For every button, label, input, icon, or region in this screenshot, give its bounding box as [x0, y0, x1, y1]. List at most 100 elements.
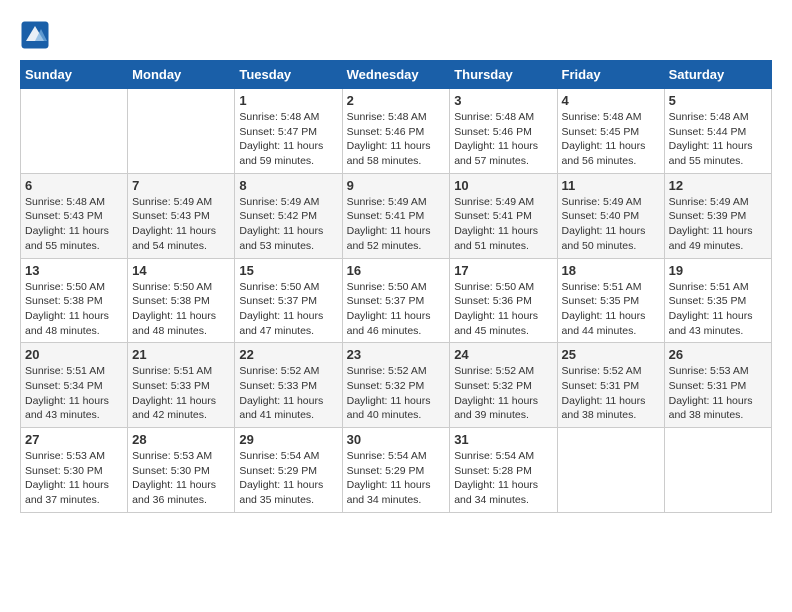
- calendar-week-row: 13Sunrise: 5:50 AMSunset: 5:38 PMDayligh…: [21, 258, 772, 343]
- day-number: 26: [669, 347, 767, 362]
- day-info: Sunrise: 5:48 AMSunset: 5:46 PMDaylight:…: [454, 110, 552, 169]
- calendar-cell: 26 Sunrise: 5:53 AMSunset: 5:31 PMDayligh…: [664, 343, 771, 428]
- day-number: 8: [239, 178, 337, 193]
- calendar-cell: 25Sunrise: 5:52 AMSunset: 5:31 PMDayligh…: [557, 343, 664, 428]
- logo-icon: [20, 20, 50, 50]
- day-number: 14: [132, 263, 230, 278]
- column-header-tuesday: Tuesday: [235, 61, 342, 89]
- day-info: Sunrise: 5:49 AMSunset: 5:42 PMDaylight:…: [239, 195, 337, 254]
- calendar-header-row: SundayMondayTuesdayWednesdayThursdayFrid…: [21, 61, 772, 89]
- calendar-cell: 29Sunrise: 5:54 AMSunset: 5:29 PMDayligh…: [235, 428, 342, 513]
- calendar-cell: 24 Sunrise: 5:52 AMSunset: 5:32 PMDayligh…: [450, 343, 557, 428]
- day-info: Sunrise: 5:51 AMSunset: 5:33 PMDaylight:…: [132, 364, 230, 423]
- column-header-monday: Monday: [128, 61, 235, 89]
- day-info: Sunrise: 5:51 AMSunset: 5:34 PMDaylight:…: [25, 364, 123, 423]
- day-number: 22: [239, 347, 337, 362]
- day-number: 11: [562, 178, 660, 193]
- calendar-cell: 20Sunrise: 5:51 AMSunset: 5:34 PMDayligh…: [21, 343, 128, 428]
- calendar-table: SundayMondayTuesdayWednesdayThursdayFrid…: [20, 60, 772, 513]
- column-header-thursday: Thursday: [450, 61, 557, 89]
- day-info: Sunrise: 5:53 AMSunset: 5:31 PMDaylight:…: [669, 364, 767, 423]
- calendar-cell: 28Sunrise: 5:53 AMSunset: 5:30 PMDayligh…: [128, 428, 235, 513]
- day-number: 28: [132, 432, 230, 447]
- calendar-cell: 13Sunrise: 5:50 AMSunset: 5:38 PMDayligh…: [21, 258, 128, 343]
- column-header-wednesday: Wednesday: [342, 61, 450, 89]
- day-info: Sunrise: 5:50 AMSunset: 5:36 PMDaylight:…: [454, 280, 552, 339]
- day-number: 9: [347, 178, 446, 193]
- calendar-cell: 3 Sunrise: 5:48 AMSunset: 5:46 PMDaylight…: [450, 89, 557, 174]
- day-info: Sunrise: 5:52 AMSunset: 5:32 PMDaylight:…: [454, 364, 552, 423]
- calendar-cell: [21, 89, 128, 174]
- day-info: Sunrise: 5:50 AMSunset: 5:38 PMDaylight:…: [25, 280, 123, 339]
- day-info: Sunrise: 5:49 AMSunset: 5:41 PMDaylight:…: [347, 195, 446, 254]
- calendar-cell: 9 Sunrise: 5:49 AMSunset: 5:41 PMDaylight…: [342, 173, 450, 258]
- day-info: Sunrise: 5:50 AMSunset: 5:38 PMDaylight:…: [132, 280, 230, 339]
- day-info: Sunrise: 5:48 AMSunset: 5:43 PMDaylight:…: [25, 195, 123, 254]
- day-number: 2: [347, 93, 446, 108]
- day-info: Sunrise: 5:49 AMSunset: 5:41 PMDaylight:…: [454, 195, 552, 254]
- calendar-cell: 22 Sunrise: 5:52 AMSunset: 5:33 PMDayligh…: [235, 343, 342, 428]
- column-header-saturday: Saturday: [664, 61, 771, 89]
- day-number: 5: [669, 93, 767, 108]
- calendar-week-row: 6 Sunrise: 5:48 AMSunset: 5:43 PMDaylight…: [21, 173, 772, 258]
- calendar-cell: 8 Sunrise: 5:49 AMSunset: 5:42 PMDaylight…: [235, 173, 342, 258]
- day-info: Sunrise: 5:48 AMSunset: 5:46 PMDaylight:…: [347, 110, 446, 169]
- day-number: 4: [562, 93, 660, 108]
- logo: [20, 20, 54, 50]
- calendar-cell: [664, 428, 771, 513]
- day-number: 17: [454, 263, 552, 278]
- calendar-cell: 7 Sunrise: 5:49 AMSunset: 5:43 PMDaylight…: [128, 173, 235, 258]
- page-header: [20, 20, 772, 50]
- day-info: Sunrise: 5:50 AMSunset: 5:37 PMDaylight:…: [239, 280, 337, 339]
- column-header-sunday: Sunday: [21, 61, 128, 89]
- calendar-cell: 2 Sunrise: 5:48 AMSunset: 5:46 PMDaylight…: [342, 89, 450, 174]
- day-info: Sunrise: 5:52 AMSunset: 5:32 PMDaylight:…: [347, 364, 446, 423]
- day-info: Sunrise: 5:50 AMSunset: 5:37 PMDaylight:…: [347, 280, 446, 339]
- calendar-cell: 27Sunrise: 5:53 AMSunset: 5:30 PMDayligh…: [21, 428, 128, 513]
- day-info: Sunrise: 5:48 AMSunset: 5:47 PMDaylight:…: [239, 110, 337, 169]
- calendar-cell: 10 Sunrise: 5:49 AMSunset: 5:41 PMDayligh…: [450, 173, 557, 258]
- calendar-cell: 14 Sunrise: 5:50 AMSunset: 5:38 PMDayligh…: [128, 258, 235, 343]
- day-info: Sunrise: 5:52 AMSunset: 5:33 PMDaylight:…: [239, 364, 337, 423]
- calendar-cell: 5 Sunrise: 5:48 AMSunset: 5:44 PMDaylight…: [664, 89, 771, 174]
- calendar-cell: 30 Sunrise: 5:54 AMSunset: 5:29 PMDayligh…: [342, 428, 450, 513]
- day-info: Sunrise: 5:54 AMSunset: 5:29 PMDaylight:…: [347, 449, 446, 508]
- calendar-cell: 11 Sunrise: 5:49 AMSunset: 5:40 PMDayligh…: [557, 173, 664, 258]
- calendar-cell: 23 Sunrise: 5:52 AMSunset: 5:32 PMDayligh…: [342, 343, 450, 428]
- calendar-cell: 15Sunrise: 5:50 AMSunset: 5:37 PMDayligh…: [235, 258, 342, 343]
- day-info: Sunrise: 5:51 AMSunset: 5:35 PMDaylight:…: [669, 280, 767, 339]
- day-number: 23: [347, 347, 446, 362]
- day-number: 1: [239, 93, 337, 108]
- calendar-cell: 19 Sunrise: 5:51 AMSunset: 5:35 PMDayligh…: [664, 258, 771, 343]
- day-number: 12: [669, 178, 767, 193]
- day-number: 25: [562, 347, 660, 362]
- calendar-cell: 18 Sunrise: 5:51 AMSunset: 5:35 PMDayligh…: [557, 258, 664, 343]
- day-info: Sunrise: 5:49 AMSunset: 5:40 PMDaylight:…: [562, 195, 660, 254]
- calendar-cell: 31Sunrise: 5:54 AMSunset: 5:28 PMDayligh…: [450, 428, 557, 513]
- calendar-cell: [557, 428, 664, 513]
- day-info: Sunrise: 5:51 AMSunset: 5:35 PMDaylight:…: [562, 280, 660, 339]
- calendar-cell: 12 Sunrise: 5:49 AMSunset: 5:39 PMDayligh…: [664, 173, 771, 258]
- calendar-cell: 6 Sunrise: 5:48 AMSunset: 5:43 PMDaylight…: [21, 173, 128, 258]
- day-number: 27: [25, 432, 123, 447]
- calendar-cell: 1 Sunrise: 5:48 AMSunset: 5:47 PMDaylight…: [235, 89, 342, 174]
- day-info: Sunrise: 5:49 AMSunset: 5:39 PMDaylight:…: [669, 195, 767, 254]
- calendar-week-row: 27Sunrise: 5:53 AMSunset: 5:30 PMDayligh…: [21, 428, 772, 513]
- day-number: 18: [562, 263, 660, 278]
- day-number: 7: [132, 178, 230, 193]
- day-number: 10: [454, 178, 552, 193]
- day-info: Sunrise: 5:54 AMSunset: 5:28 PMDaylight:…: [454, 449, 552, 508]
- calendar-cell: 4Sunrise: 5:48 AMSunset: 5:45 PMDaylight…: [557, 89, 664, 174]
- day-number: 29: [239, 432, 337, 447]
- calendar-cell: 17 Sunrise: 5:50 AMSunset: 5:36 PMDayligh…: [450, 258, 557, 343]
- day-info: Sunrise: 5:49 AMSunset: 5:43 PMDaylight:…: [132, 195, 230, 254]
- day-number: 3: [454, 93, 552, 108]
- calendar-cell: 16Sunrise: 5:50 AMSunset: 5:37 PMDayligh…: [342, 258, 450, 343]
- calendar-cell: [128, 89, 235, 174]
- day-number: 6: [25, 178, 123, 193]
- day-info: Sunrise: 5:48 AMSunset: 5:44 PMDaylight:…: [669, 110, 767, 169]
- day-number: 30: [347, 432, 446, 447]
- day-number: 21: [132, 347, 230, 362]
- day-number: 19: [669, 263, 767, 278]
- day-number: 24: [454, 347, 552, 362]
